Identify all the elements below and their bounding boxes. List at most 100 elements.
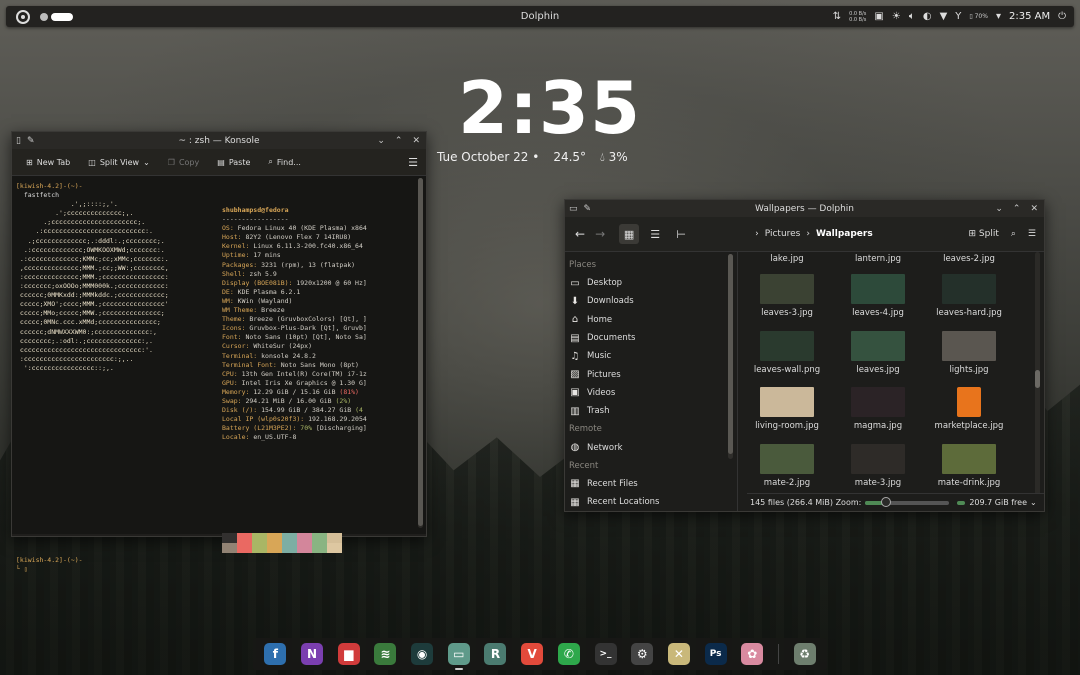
search-icon[interactable]: ⌕ bbox=[1011, 229, 1016, 239]
maximize-icon[interactable]: ⌃ bbox=[1013, 204, 1021, 214]
file-item[interactable]: lantern.jpg bbox=[835, 254, 921, 264]
places-item-trash[interactable]: ▥ Trash bbox=[565, 402, 737, 420]
info-key: Packages: bbox=[222, 260, 262, 269]
places-item-videos[interactable]: ▣ Videos bbox=[565, 384, 737, 402]
tree-view-button[interactable]: ⊢ bbox=[671, 224, 691, 244]
r-app-icon[interactable]: R bbox=[484, 643, 507, 665]
tray-expand-icon[interactable]: ▾ bbox=[996, 11, 1001, 22]
info-line: GPU: Intel Iris Xe Graphics @ 1.30 G] bbox=[222, 379, 367, 387]
settings-icon[interactable]: ⚙ bbox=[631, 643, 654, 665]
close-icon[interactable]: ✕ bbox=[1030, 204, 1038, 214]
chevron-down-icon[interactable]: ⌄ bbox=[1030, 498, 1037, 507]
places-item-recent-locations[interactable]: ▦ Recent Locations bbox=[565, 493, 737, 511]
virtual-desktop-pager[interactable] bbox=[40, 12, 73, 21]
battery-indicator[interactable]: ▯ 70% bbox=[969, 13, 988, 20]
dolphin-icon[interactable]: ▭ bbox=[447, 643, 470, 670]
wifi-icon[interactable]: ▼ bbox=[940, 11, 948, 22]
breadcrumb-wallpapers[interactable]: Wallpapers bbox=[816, 229, 873, 239]
places-item-downloads[interactable]: ⬇ Downloads bbox=[565, 292, 737, 310]
file-view-scrollbar[interactable] bbox=[1035, 252, 1040, 497]
places-scrollbar[interactable] bbox=[728, 254, 733, 459]
fedora-mediawriter-icon[interactable]: f bbox=[264, 643, 287, 665]
file-view[interactable]: lake.jpg lantern.jpg leaves-2.jpg leaves-3.… bbox=[737, 252, 1044, 511]
file-item[interactable]: leaves-3.jpg bbox=[744, 274, 830, 318]
minimize-icon[interactable]: ⌄ bbox=[995, 204, 1003, 214]
dolphin-titlebar[interactable]: ▭ ✎ Wallpapers — Dolphin ⌄ ⌃ ✕ bbox=[565, 200, 1044, 217]
layers-icon[interactable]: ≋ bbox=[374, 643, 397, 665]
file-item[interactable]: mate-3.jpg bbox=[835, 443, 921, 488]
app-launcher-icon[interactable] bbox=[16, 9, 30, 24]
file-item[interactable]: mate-2.jpg bbox=[744, 443, 830, 488]
paste-button[interactable]: ▤ Paste bbox=[217, 158, 250, 167]
brightness-icon[interactable]: ☀ bbox=[892, 11, 901, 22]
dolphin-window[interactable]: ▭ ✎ Wallpapers — Dolphin ⌄ ⌃ ✕ ← → ▦ ☰ ⊢… bbox=[564, 199, 1045, 512]
file-item[interactable]: leaves-wall.png bbox=[744, 330, 830, 375]
split-view-button[interactable]: ◫ Split View ⌄ bbox=[88, 158, 150, 167]
clipboard-icon[interactable]: ▣ bbox=[874, 11, 883, 22]
night-light-icon[interactable]: ◐ bbox=[923, 11, 932, 22]
back-arrow-icon[interactable]: ← bbox=[575, 227, 585, 241]
places-item-network[interactable]: ◍ Network bbox=[565, 438, 737, 456]
file-item[interactable]: lake.jpg bbox=[744, 254, 830, 264]
copy-button[interactable]: ❐ Copy bbox=[168, 158, 199, 167]
anime-app-icon[interactable]: ✿ bbox=[741, 643, 764, 665]
audio-app-icon[interactable]: ▆ bbox=[337, 643, 360, 665]
volume-icon[interactable]: 🔈︎ bbox=[909, 11, 915, 22]
hamburger-menu-icon[interactable]: ☰ bbox=[1028, 229, 1036, 239]
pin-icon[interactable]: ✎ bbox=[584, 204, 592, 214]
breadcrumb-pictures[interactable]: Pictures bbox=[765, 229, 801, 239]
terminal-prompt: [kiwish-4.2]-(~)- bbox=[16, 182, 83, 190]
kde-connect-icon[interactable]: Y bbox=[955, 11, 961, 22]
find-button[interactable]: ⌕ Find... bbox=[268, 157, 301, 167]
onenote-icon[interactable]: N bbox=[301, 643, 324, 665]
panel-clock[interactable]: 2:35 AM bbox=[1009, 11, 1050, 22]
network-speed[interactable]: 0.0 B/s 0.0 B/s bbox=[849, 11, 866, 23]
pin-icon[interactable]: ✎ bbox=[27, 136, 35, 146]
konsole-icon[interactable]: >_ bbox=[594, 643, 617, 665]
konsole-window[interactable]: ▯ ✎ ~ : zsh — Konsole ⌄ ⌃ ✕ ⊞ New Tab ◫ Sp… bbox=[11, 131, 427, 573]
photoshop-icon[interactable]: Ps bbox=[704, 643, 727, 665]
close-icon[interactable]: ✕ bbox=[412, 136, 420, 146]
spotify-like-icon[interactable]: ◉ bbox=[411, 643, 434, 665]
trash-dock-icon[interactable]: ♻ bbox=[793, 643, 816, 665]
file-item[interactable]: leaves.jpg bbox=[835, 330, 921, 375]
whatsapp-icon[interactable]: ✆ bbox=[557, 643, 580, 665]
zoom-slider[interactable] bbox=[865, 496, 950, 507]
terminal-scrollbar[interactable] bbox=[418, 178, 423, 528]
tools-icon[interactable]: ✕ bbox=[667, 643, 690, 665]
konsole-titlebar[interactable]: ▯ ✎ ~ : zsh — Konsole ⌄ ⌃ ✕ bbox=[12, 132, 426, 149]
file-item[interactable]: magma.jpg bbox=[835, 387, 921, 431]
details-view-button[interactable]: ☰ bbox=[645, 224, 665, 244]
clock-date: Tue October 22 • bbox=[437, 150, 540, 164]
places-item-documents[interactable]: ▤ Documents bbox=[565, 329, 737, 347]
active-desktop-pill[interactable] bbox=[51, 12, 73, 21]
file-item[interactable]: marketplace.jpg bbox=[926, 387, 1012, 431]
places-item-recent-files[interactable]: ▦ Recent Files bbox=[565, 475, 737, 493]
file-item[interactable]: mate-drink.jpg bbox=[926, 443, 1012, 488]
places-item-home[interactable]: ⌂ Home bbox=[565, 311, 737, 329]
recent-files-icon: ▦ bbox=[570, 478, 580, 490]
places-item-music[interactable]: ♫ Music bbox=[565, 347, 737, 365]
maximize-icon[interactable]: ⌃ bbox=[395, 136, 403, 146]
places-item-desktop[interactable]: ▭ Desktop bbox=[565, 274, 737, 292]
file-item[interactable]: leaves-4.jpg bbox=[835, 274, 921, 318]
hamburger-menu-icon[interactable]: ☰ bbox=[408, 156, 418, 169]
terminal-area[interactable]: [kiwish-4.2]-(~)- fastfetch .',;::::;,'.… bbox=[12, 176, 426, 573]
places-section-header: Remote bbox=[569, 424, 602, 435]
icons-view-button[interactable]: ▦ bbox=[619, 224, 640, 244]
desktop-dot[interactable] bbox=[40, 12, 48, 21]
file-item[interactable]: lights.jpg bbox=[926, 330, 1012, 375]
places-item-pictures[interactable]: ▨ Pictures bbox=[565, 365, 737, 383]
minimize-icon[interactable]: ⌄ bbox=[377, 136, 385, 146]
split-button[interactable]: ⊞ Split bbox=[968, 229, 998, 239]
file-item[interactable]: leaves-2.jpg bbox=[926, 254, 1012, 264]
zoom-slider-handle[interactable] bbox=[881, 496, 892, 507]
file-item[interactable]: leaves-hard.jpg bbox=[926, 274, 1012, 318]
breadcrumb[interactable]: › Pictures › Wallpapers bbox=[755, 229, 873, 239]
vivaldi-icon[interactable]: V bbox=[521, 643, 544, 665]
new-tab-button[interactable]: ⊞ New Tab bbox=[26, 158, 70, 167]
power-icon[interactable]: ⏻ bbox=[1058, 11, 1066, 22]
forward-arrow-icon[interactable]: → bbox=[595, 227, 605, 241]
file-item[interactable]: living-room.jpg bbox=[744, 387, 830, 431]
file-thumbnail bbox=[760, 274, 814, 304]
